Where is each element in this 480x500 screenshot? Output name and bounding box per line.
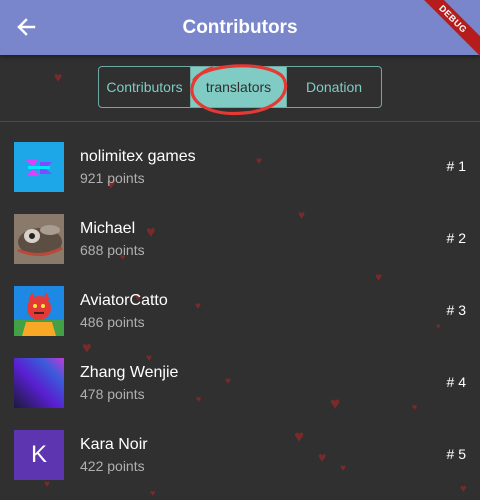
contributor-points: 688 points	[80, 242, 145, 258]
contributor-name: nolimitex games	[80, 148, 196, 165]
contributor-name: Kara Noir	[80, 436, 148, 453]
avatar	[14, 358, 64, 408]
list-item[interactable]: Michael 688 points # 2	[0, 202, 480, 274]
avatar	[14, 286, 64, 336]
divider	[0, 121, 480, 122]
segmented-tab-control: Contributors translators Donation	[98, 66, 382, 108]
tab-contributors[interactable]: Contributors	[99, 67, 191, 107]
rank-badge: # 2	[446, 230, 466, 246]
contributor-name: AviatorCatto	[80, 292, 168, 309]
tab-translators[interactable]: translators	[191, 67, 287, 107]
rank-badge: # 4	[446, 374, 466, 390]
app-bar: Contributors	[0, 0, 480, 55]
contributor-name: Michael	[80, 220, 136, 237]
rank-badge: # 5	[446, 446, 466, 462]
contributor-points: 921 points	[80, 170, 145, 186]
avatar: K	[14, 430, 64, 480]
list-item[interactable]: K Kara Noir 422 points # 5	[0, 418, 480, 490]
contributor-points: 478 points	[80, 386, 145, 402]
contributor-points: 422 points	[80, 458, 145, 474]
page-title: Contributors	[182, 16, 298, 38]
avatar	[14, 142, 64, 192]
heart-icon: ♥	[54, 69, 63, 85]
rank-badge: # 3	[446, 302, 466, 318]
tab-donation[interactable]: Donation	[287, 67, 381, 107]
list-item[interactable]: nolimitex games 921 points # 1	[0, 130, 480, 202]
rank-badge: # 1	[446, 158, 466, 174]
contributor-points: 486 points	[80, 314, 145, 330]
list-item[interactable]: Zhang Wenjie 478 points # 4	[0, 346, 480, 418]
avatar	[14, 214, 64, 264]
list-item[interactable]: AviatorCatto 486 points # 3	[0, 274, 480, 346]
contributor-name: Zhang Wenjie	[80, 364, 179, 381]
contributor-list: nolimitex games 921 points # 1 Michael 6…	[0, 130, 480, 490]
